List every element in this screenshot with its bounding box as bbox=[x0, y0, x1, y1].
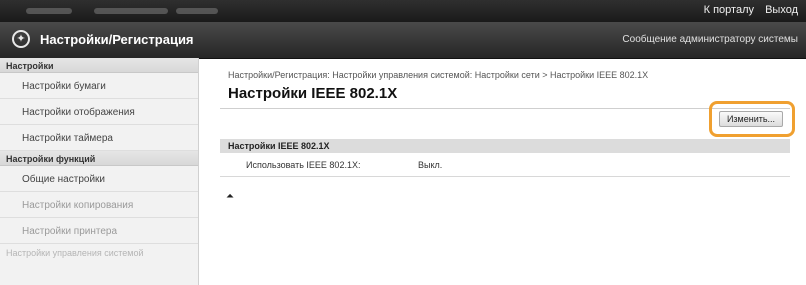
breadcrumb: Настройки/Регистрация: Настройки управле… bbox=[228, 70, 649, 80]
row-value: Выкл. bbox=[418, 160, 443, 170]
page-title: Настройки IEEE 802.1X bbox=[228, 85, 398, 102]
blurred-text bbox=[176, 8, 218, 14]
sidebar-group-title: Настройки bbox=[0, 58, 198, 73]
edit-button[interactable]: Изменить... bbox=[719, 111, 783, 127]
sidebar-item-display[interactable]: Настройки отображения bbox=[0, 99, 198, 125]
sidebar-item-common[interactable]: Общие настройки bbox=[0, 166, 198, 192]
back-to-top-icon[interactable]: ⏶ bbox=[226, 191, 234, 202]
logout-link[interactable]: Выход bbox=[765, 4, 798, 16]
gear-icon: ✦ bbox=[12, 30, 30, 48]
sidebar-item-timer[interactable]: Настройки таймера bbox=[0, 125, 198, 151]
table-row: Использовать IEEE 802.1X: Выкл. bbox=[220, 154, 790, 177]
highlight-callout: Изменить... bbox=[709, 101, 795, 137]
divider bbox=[220, 108, 790, 109]
sidebar-item-copy[interactable]: Настройки копирования bbox=[0, 192, 198, 218]
sidebar-item-paper[interactable]: Настройки бумаги bbox=[0, 73, 198, 99]
blurred-text bbox=[94, 8, 168, 14]
app-title: Настройки/Регистрация bbox=[40, 32, 194, 47]
portal-link[interactable]: К порталу bbox=[704, 4, 754, 16]
top-links: К порталу Выход bbox=[696, 4, 798, 16]
sidebar-item-system-management[interactable]: Настройки управления системой bbox=[0, 244, 198, 258]
sidebar-group-title: Настройки функций bbox=[0, 151, 198, 166]
title-bar: ✦ Настройки/Регистрация Сообщение админи… bbox=[0, 22, 806, 59]
admin-message-link[interactable]: Сообщение администратору системы bbox=[622, 34, 798, 45]
blurred-text bbox=[26, 8, 72, 14]
section-header: Настройки IEEE 802.1X bbox=[220, 139, 790, 153]
row-label: Использовать IEEE 802.1X: bbox=[246, 160, 361, 170]
sidebar-item-printer[interactable]: Настройки принтера bbox=[0, 218, 198, 244]
top-bar: К порталу Выход bbox=[0, 0, 806, 22]
sidebar: Настройки Настройки бумаги Настройки ото… bbox=[0, 58, 199, 285]
